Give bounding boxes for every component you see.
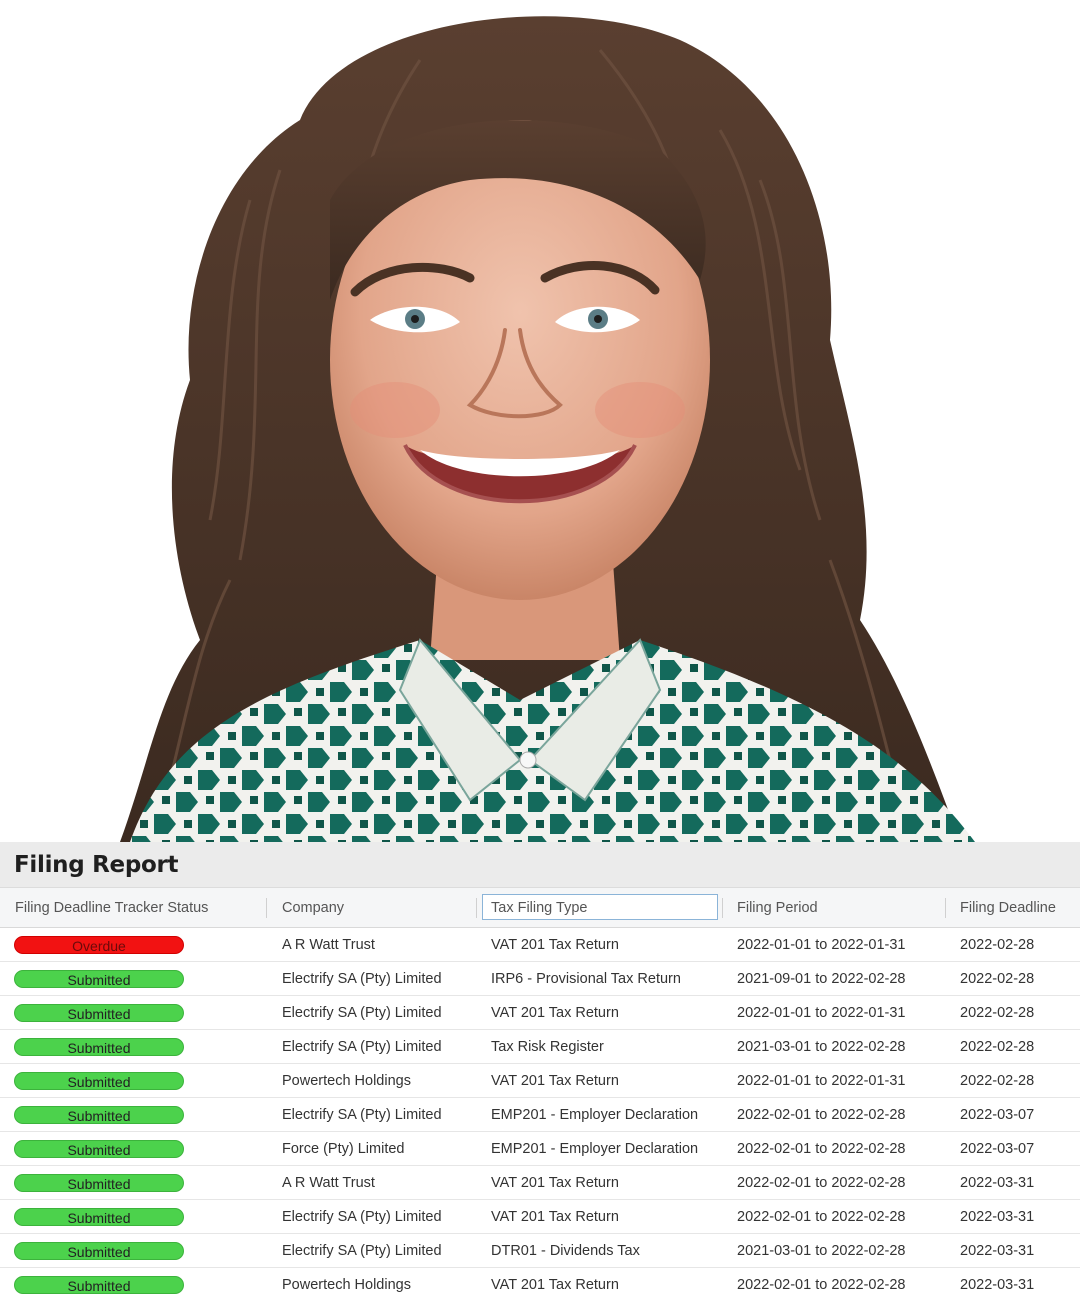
table-body: Overdue A R Watt Trust VAT 201 Tax Return 2… xyxy=(0,928,1080,1300)
tax-filing-type-cell: EMP201 - Employer Declaration xyxy=(491,1141,699,1157)
filing-period-cell: 2022-01-01 to 2022-01-31 xyxy=(737,937,906,953)
column-header-filing-period[interactable]: Filing Period xyxy=(737,888,818,928)
filing-deadline-cell: 2022-03-31 xyxy=(960,1175,1035,1191)
tax-filing-type-cell: Tax Risk Register xyxy=(491,1039,604,1055)
tax-filing-type-cell: VAT 201 Tax Return xyxy=(491,937,619,953)
tax-filing-type-cell: IRP6 - Provisional Tax Return xyxy=(491,971,681,987)
column-divider[interactable] xyxy=(266,898,267,918)
company-cell: A R Watt Trust xyxy=(282,1175,375,1191)
table-row[interactable]: Submitted Powertech Holdings VAT 201 Tax R… xyxy=(0,1064,1080,1098)
filing-deadline-cell: 2022-03-07 xyxy=(960,1107,1035,1123)
table-row[interactable]: Submitted Powertech Holdings VAT 201 Tax R… xyxy=(0,1268,1080,1300)
company-cell: Electrify SA (Pty) Limited xyxy=(282,971,442,987)
table-row[interactable]: Submitted Force (Pty) Limited EMP201 - Emp… xyxy=(0,1132,1080,1166)
company-cell: Electrify SA (Pty) Limited xyxy=(282,1107,442,1123)
table-row[interactable]: Submitted Electrify SA (Pty) Limited VAT 2… xyxy=(0,1200,1080,1234)
filing-deadline-cell: 2022-02-28 xyxy=(960,1073,1035,1089)
report-title: Filing Report xyxy=(14,851,179,878)
filing-period-cell: 2022-02-01 to 2022-02-28 xyxy=(737,1141,906,1157)
tax-filing-type-cell: VAT 201 Tax Return xyxy=(491,1005,619,1021)
filing-period-cell: 2022-02-01 to 2022-02-28 xyxy=(737,1107,906,1123)
table-row[interactable]: Submitted Electrify SA (Pty) Limited VAT 2… xyxy=(0,996,1080,1030)
status-badge: Submitted xyxy=(14,1276,184,1294)
column-header-company[interactable]: Company xyxy=(282,888,344,928)
table-row[interactable]: Submitted A R Watt Trust VAT 201 Tax Retur… xyxy=(0,1166,1080,1200)
tax-filing-type-cell: DTR01 - Dividends Tax xyxy=(491,1243,640,1259)
filing-period-cell: 2022-02-01 to 2022-02-28 xyxy=(737,1277,906,1293)
company-cell: Electrify SA (Pty) Limited xyxy=(282,1005,442,1021)
status-badge: Overdue xyxy=(14,936,184,954)
tax-filing-type-cell: VAT 201 Tax Return xyxy=(491,1209,619,1225)
filing-period-cell: 2021-09-01 to 2022-02-28 xyxy=(737,971,906,987)
tax-filing-type-cell: VAT 201 Tax Return xyxy=(491,1073,619,1089)
woman-portrait-image xyxy=(120,16,975,842)
company-cell: Powertech Holdings xyxy=(282,1277,411,1293)
company-cell: Powertech Holdings xyxy=(282,1073,411,1089)
tax-filing-type-cell: VAT 201 Tax Return xyxy=(491,1277,619,1293)
filing-deadline-cell: 2022-03-31 xyxy=(960,1277,1035,1293)
tax-filing-type-cell: EMP201 - Employer Declaration xyxy=(491,1107,699,1123)
table-row[interactable]: Submitted Electrify SA (Pty) Limited EMP20… xyxy=(0,1098,1080,1132)
filing-period-cell: 2022-02-01 to 2022-02-28 xyxy=(737,1175,906,1191)
status-badge: Submitted xyxy=(14,1140,184,1158)
filing-period-cell: 2022-01-01 to 2022-01-31 xyxy=(737,1005,906,1021)
filing-deadline-cell: 2022-03-07 xyxy=(960,1141,1035,1157)
status-badge: Submitted xyxy=(14,1072,184,1090)
column-header-tax-filing-type[interactable]: Tax Filing Type xyxy=(482,894,718,920)
filing-deadline-cell: 2022-02-28 xyxy=(960,971,1035,987)
filing-report-panel: Filing Report Filing Deadline Tracker St… xyxy=(0,842,1080,1300)
status-badge: Submitted xyxy=(14,1106,184,1124)
status-badge: Submitted xyxy=(14,970,184,988)
column-divider[interactable] xyxy=(722,898,723,918)
status-badge: Submitted xyxy=(14,1174,184,1192)
table-row[interactable]: Submitted Electrify SA (Pty) Limited DTR01… xyxy=(0,1234,1080,1268)
table-row[interactable]: Overdue A R Watt Trust VAT 201 Tax Return 2… xyxy=(0,928,1080,962)
status-badge: Submitted xyxy=(14,1004,184,1022)
company-cell: A R Watt Trust xyxy=(282,937,375,953)
filing-period-cell: 2022-02-01 to 2022-02-28 xyxy=(737,1209,906,1225)
filing-deadline-cell: 2022-03-31 xyxy=(960,1209,1035,1225)
column-header-status[interactable]: Filing Deadline Tracker Status xyxy=(15,888,208,928)
table-row[interactable]: Submitted Electrify SA (Pty) Limited Tax R… xyxy=(0,1030,1080,1064)
column-divider[interactable] xyxy=(476,898,477,918)
hero-photo xyxy=(0,0,1080,842)
filing-period-cell: 2021-03-01 to 2022-02-28 xyxy=(737,1039,906,1055)
status-badge: Submitted xyxy=(14,1242,184,1260)
table-header: Filing Deadline Tracker Status Company T… xyxy=(0,888,1080,928)
status-badge: Submitted xyxy=(14,1038,184,1056)
filing-deadline-cell: 2022-02-28 xyxy=(960,1005,1035,1021)
column-divider[interactable] xyxy=(945,898,946,918)
filing-deadline-cell: 2022-02-28 xyxy=(960,937,1035,953)
filing-period-cell: 2022-01-01 to 2022-01-31 xyxy=(737,1073,906,1089)
report-header: Filing Report xyxy=(0,842,1080,888)
filing-period-cell: 2021-03-01 to 2022-02-28 xyxy=(737,1243,906,1259)
filing-deadline-cell: 2022-02-28 xyxy=(960,1039,1035,1055)
company-cell: Electrify SA (Pty) Limited xyxy=(282,1243,442,1259)
column-header-filing-deadline[interactable]: Filing Deadline xyxy=(960,888,1056,928)
tax-filing-type-cell: VAT 201 Tax Return xyxy=(491,1175,619,1191)
table-row[interactable]: Submitted Electrify SA (Pty) Limited IRP6 … xyxy=(0,962,1080,996)
status-badge: Submitted xyxy=(14,1208,184,1226)
company-cell: Electrify SA (Pty) Limited xyxy=(282,1209,442,1225)
company-cell: Force (Pty) Limited xyxy=(282,1141,405,1157)
filing-deadline-cell: 2022-03-31 xyxy=(960,1243,1035,1259)
company-cell: Electrify SA (Pty) Limited xyxy=(282,1039,442,1055)
